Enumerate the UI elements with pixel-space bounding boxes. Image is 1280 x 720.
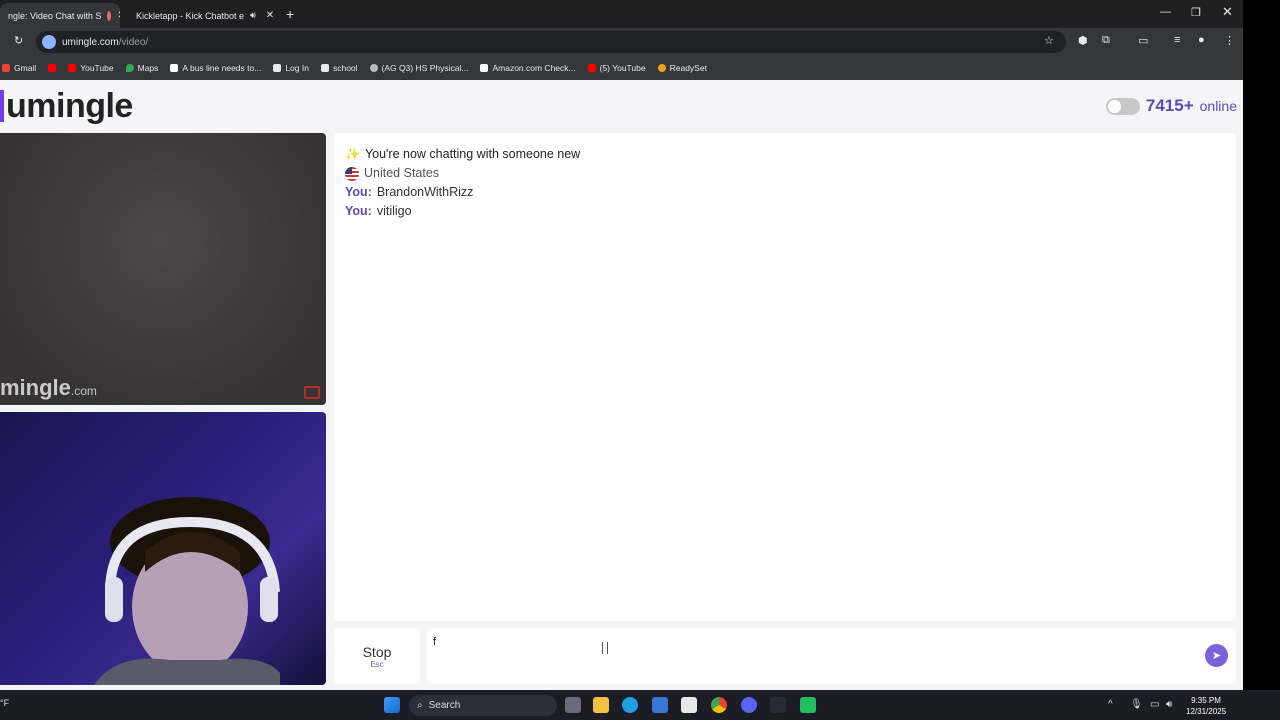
online-indicator: 7415+ online (1105, 96, 1237, 116)
text-cursor-icon (602, 642, 608, 654)
sidebar-icon[interactable]: ▭ (1138, 34, 1148, 47)
chat-message: You: vitiligo (345, 204, 412, 218)
bookmark-youtube-5[interactable]: (5) YouTube (587, 63, 646, 73)
media-control-icon[interactable]: ≡ (1174, 34, 1180, 46)
umingle-page: umingle 7415+ online mingle.com ✨ You're… (0, 80, 1243, 690)
watermark: mingle.com (0, 375, 97, 400)
speaker-icon: 🔊︎ (250, 10, 256, 20)
menu-icon[interactable]: ⋮ (1224, 34, 1235, 47)
system-clock[interactable]: 9:35 PM 12/31/2025 (1186, 695, 1226, 717)
screen-edge (1243, 0, 1280, 720)
amazon-icon (480, 64, 489, 72)
store-icon[interactable] (681, 697, 697, 713)
bookmark-gmail[interactable]: Gmail (2, 63, 36, 73)
file-explorer-icon[interactable] (593, 697, 609, 713)
country-line: United States (345, 164, 1225, 183)
us-flag-icon (345, 166, 359, 181)
close-window-icon[interactable]: ✕ (1222, 4, 1233, 20)
microphone-icon[interactable]: 🎙︎ (1130, 699, 1143, 710)
close-tab-icon[interactable]: ✕ (266, 10, 274, 21)
tab-umingle[interactable]: ngle: Video Chat with S ✕ (0, 3, 120, 28)
network-icon[interactable]: ▭ (1150, 699, 1159, 710)
chat-log: ✨ You're now chatting with someone new U… (334, 133, 1236, 621)
readyset-icon (657, 64, 666, 72)
tab-title: ngle: Video Chat with S (8, 10, 102, 21)
theme-toggle[interactable] (1105, 97, 1140, 115)
task-view-icon[interactable] (565, 697, 581, 713)
system-message: ✨ You're now chatting with someone new (345, 145, 1225, 164)
stop-button[interactable]: Stop Esc (334, 628, 420, 684)
volume-icon[interactable]: 🔊︎ (1166, 699, 1172, 710)
gmail-icon (2, 64, 10, 72)
capcut-icon[interactable] (770, 697, 786, 713)
mail-icon[interactable] (652, 697, 668, 713)
tray-chevron-icon[interactable]: ^ (1108, 699, 1113, 710)
self-video (0, 412, 326, 685)
bookmark-icon (170, 64, 179, 72)
search-icon: ⌕ (417, 700, 423, 711)
discord-icon[interactable] (741, 697, 757, 713)
chat-message: You: BrandonWithRizz (345, 185, 474, 199)
extension-badge-icon[interactable]: ⬢ (1078, 34, 1088, 47)
url-path: /video/ (118, 36, 149, 48)
bookmark-bus-line[interactable]: A bus line needs to... (170, 63, 261, 73)
webcam-person (94, 497, 280, 685)
logo-mark (0, 90, 4, 122)
online-label: online (1199, 98, 1237, 114)
youtube-icon (68, 64, 77, 72)
tab-title: Kickletapp - Kick Chatbot e (136, 10, 245, 21)
bookmark-physical[interactable]: (AG Q3) HS Physical... (369, 63, 468, 73)
report-flag-icon[interactable] (304, 386, 320, 399)
bookmark-amazon[interactable]: Amazon.com Check... (480, 63, 576, 73)
new-tab-icon[interactable]: + (286, 6, 294, 22)
send-icon: ➤ (1211, 650, 1222, 662)
bookmark-youtube-blank[interactable] (48, 64, 57, 72)
send-button[interactable]: ➤ (1205, 644, 1228, 667)
windows-start-icon[interactable] (384, 697, 400, 713)
site-info-icon[interactable] (42, 35, 56, 49)
kick-icon[interactable] (800, 697, 816, 713)
close-tab-icon[interactable]: ✕ (117, 10, 120, 21)
bookmark-maps[interactable]: Maps (125, 63, 158, 73)
youtube-icon (48, 64, 57, 72)
minimize-icon[interactable]: — (1160, 6, 1171, 18)
maps-icon (125, 64, 134, 72)
edge-icon[interactable] (622, 697, 638, 713)
bookmark-school[interactable]: school (320, 63, 358, 73)
bookmark-star-icon[interactable]: ☆ (1044, 34, 1054, 47)
taskbar: °F ⌕ Search ^ 🎙︎ ▭ 🔊︎ 9:35 PM 12/31/2025 (0, 690, 1280, 720)
taskbar-search[interactable]: ⌕ Search (409, 695, 557, 716)
recording-icon (107, 10, 112, 21)
bookmark-icon (273, 64, 282, 72)
reload-icon[interactable]: ↻ (14, 34, 23, 47)
youtube-icon (587, 64, 596, 72)
extensions-icon[interactable]: ⧉ (1102, 34, 1110, 47)
sparkle-icon: ✨ (345, 147, 360, 161)
tab-bar: ngle: Video Chat with S ✕ Kickletapp - K… (0, 0, 1280, 28)
bookmark-youtube[interactable]: YouTube (68, 63, 114, 73)
bookmarks-bar: Gmail YouTube Maps A bus line needs to..… (0, 56, 1243, 80)
message-input[interactable]: f ➤ (427, 628, 1236, 684)
chrome-icon[interactable] (711, 697, 727, 713)
screen: ngle: Video Chat with S ✕ Kickletapp - K… (0, 0, 1280, 720)
bookmark-icon (369, 64, 378, 72)
url-host: umingle.com (62, 36, 119, 48)
chat-controls: Stop Esc f ➤ (334, 628, 1236, 684)
profile-icon[interactable]: ● (1198, 34, 1205, 46)
weather-widget[interactable]: °F (0, 698, 9, 708)
bookmark-readyset[interactable]: ReadySet (657, 63, 707, 73)
address-bar[interactable]: umingle.com/video/ (36, 31, 1066, 53)
site-logo[interactable]: umingle (6, 87, 133, 126)
online-count: 7415+ (1145, 96, 1194, 115)
tab-kicklet[interactable]: Kickletapp - Kick Chatbot e 🔊︎ ✕ (122, 3, 280, 28)
maximize-icon[interactable]: ❐ (1191, 6, 1201, 19)
input-value: f (433, 636, 437, 648)
browser-toolbar: ↻ umingle.com/video/ ☆ ⬢ ⧉ ▭ ≡ ● ⋮ (0, 28, 1243, 56)
bookmark-log-in[interactable]: Log In (273, 63, 309, 73)
bookmark-icon (320, 64, 329, 72)
stranger-video: mingle.com (0, 133, 326, 405)
